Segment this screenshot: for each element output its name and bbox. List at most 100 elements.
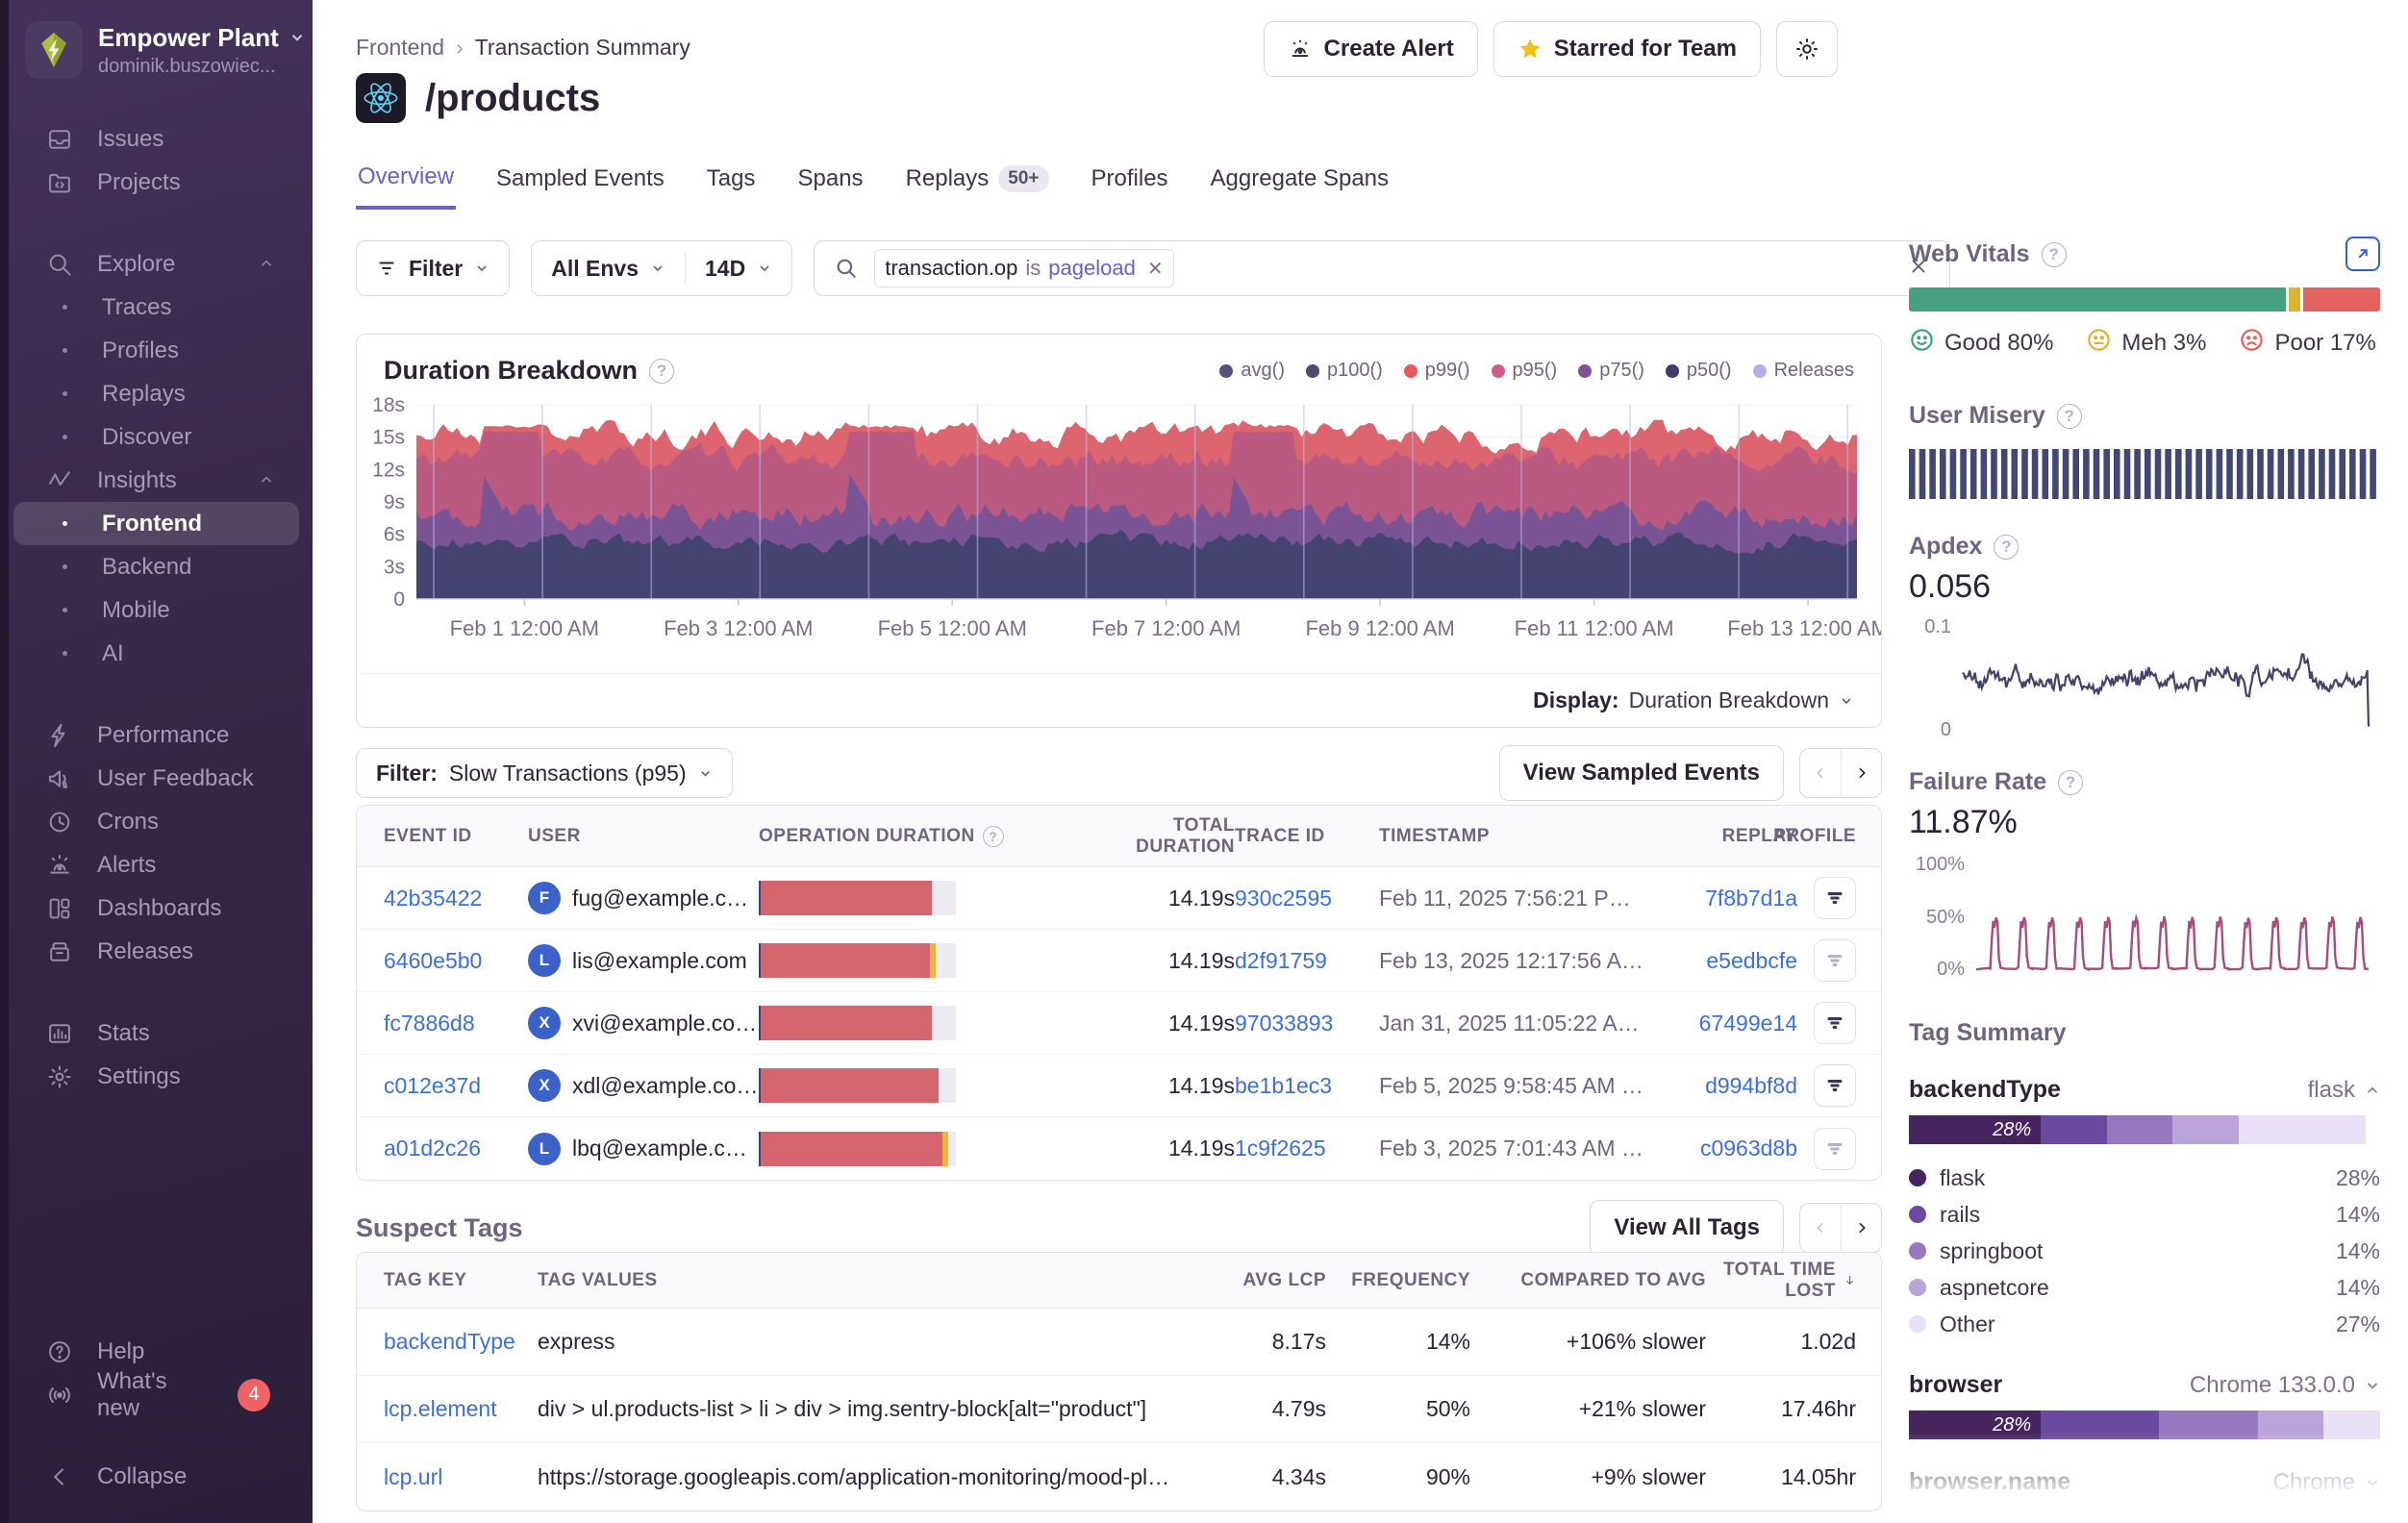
sidebar-item-profiles[interactable]: Profiles	[13, 329, 299, 372]
help-tooltip-icon[interactable]: ?	[2057, 404, 2082, 429]
sidebar-item-stats[interactable]: Stats	[13, 1011, 299, 1055]
event-id-link[interactable]: c012e37d	[384, 1073, 528, 1099]
tab-aggregate-spans[interactable]: Aggregate Spans	[1209, 154, 1391, 210]
profile-button[interactable]	[1814, 1128, 1856, 1170]
help-tooltip-icon[interactable]: ?	[983, 826, 1004, 847]
sidebar-item-backend[interactable]: Backend	[13, 545, 299, 588]
sidebar-item-releases[interactable]: Releases	[13, 930, 299, 973]
replay-link[interactable]: 7f8b7d1a	[1668, 886, 1797, 911]
pagination-next-button[interactable]	[1841, 1204, 1881, 1252]
create-alert-button[interactable]: Create Alert	[1264, 21, 1478, 77]
environment-dropdown[interactable]: All Envs	[532, 241, 685, 295]
legend-item-p100[interactable]: p100()	[1306, 360, 1383, 382]
event-id-link[interactable]: 6460e5b0	[384, 948, 528, 974]
sidebar-item-performance[interactable]: Performance	[13, 713, 299, 757]
sidebar-item-user-feedback[interactable]: User Feedback	[13, 757, 299, 800]
avatar: X	[528, 1007, 561, 1039]
legend-item-p99[interactable]: p99()	[1404, 360, 1470, 382]
pagination-prev-button[interactable]	[1800, 1204, 1841, 1252]
tab-tags[interactable]: Tags	[705, 154, 758, 210]
search-token[interactable]: transaction.op is pageload ✕	[874, 249, 1173, 287]
profile-button[interactable]	[1814, 939, 1856, 982]
tab-replays[interactable]: Replays50+	[904, 154, 1051, 210]
tab-overview[interactable]: Overview	[356, 154, 456, 210]
profile-button[interactable]	[1814, 877, 1856, 919]
help-tooltip-icon[interactable]: ?	[1994, 535, 2019, 560]
sidebar-item-discover[interactable]: Discover	[13, 415, 299, 459]
tag-group-selector[interactable]: Chrome 133.0.0	[2190, 1372, 2380, 1399]
pagination-next-button[interactable]	[1841, 749, 1881, 797]
tag-legend-row[interactable]: Other27%	[1909, 1306, 2380, 1342]
sidebar-item-ai[interactable]: AI	[13, 632, 299, 675]
view-all-tags-button[interactable]: View All Tags	[1590, 1200, 1784, 1256]
tag-legend-row[interactable]: flask28%	[1909, 1160, 2380, 1196]
token-remove-icon[interactable]: ✕	[1143, 257, 1164, 281]
sidebar-item-frontend[interactable]: Frontend	[13, 502, 299, 545]
display-dropdown[interactable]: Duration Breakdown	[1629, 687, 1854, 713]
duration-breakdown-chart[interactable]: 03s6s9s12s15s18sFeb 1 12:00 AMFeb 3 12:0…	[357, 389, 1881, 678]
trace-id-link[interactable]: 97033893	[1235, 1011, 1379, 1036]
tab-profiles[interactable]: Profiles	[1090, 154, 1170, 210]
profile-button[interactable]	[1814, 1064, 1856, 1107]
sidebar-item-crons[interactable]: Crons	[13, 800, 299, 843]
sidebar-item-issues[interactable]: Issues	[13, 117, 299, 161]
sidebar-item-explore[interactable]: Explore	[13, 242, 299, 286]
sidebar-item-mobile[interactable]: Mobile	[13, 588, 299, 632]
legend-item-avg[interactable]: avg()	[1219, 360, 1285, 382]
sidebar-item-insights[interactable]: Insights	[13, 459, 299, 502]
tag-key-link[interactable]: backendType	[384, 1329, 538, 1355]
settings-button[interactable]	[1776, 21, 1838, 77]
sidebar-item-help[interactable]: Help	[13, 1330, 299, 1373]
view-sampled-events-button[interactable]: View Sampled Events	[1499, 745, 1784, 801]
legend-item-Releases[interactable]: Releases	[1753, 360, 1854, 382]
sidebar-item-alerts[interactable]: Alerts	[13, 843, 299, 886]
legend-item-p95[interactable]: p95()	[1492, 360, 1558, 382]
date-range-dropdown[interactable]: 14D	[686, 241, 791, 295]
help-tooltip-icon[interactable]: ?	[649, 359, 674, 384]
trace-id-link[interactable]: 1c9f2625	[1235, 1136, 1379, 1161]
open-web-vitals-icon[interactable]	[2345, 237, 2380, 271]
starred-for-team-button[interactable]: Starred for Team	[1493, 21, 1761, 77]
replay-link[interactable]: e5edbcfe	[1668, 948, 1797, 974]
breadcrumb-frontend[interactable]: Frontend	[356, 35, 444, 61]
sidebar-item-dashboards[interactable]: Dashboards	[13, 886, 299, 930]
tab-sampled-events[interactable]: Sampled Events	[494, 154, 666, 210]
sidebar-item-collapse[interactable]: Collapse	[13, 1455, 299, 1498]
legend-dot	[1219, 364, 1233, 378]
event-id-link[interactable]: fc7886d8	[384, 1011, 528, 1036]
tag-legend-row[interactable]: aspnetcore14%	[1909, 1269, 2380, 1306]
sidebar-item-settings[interactable]: Settings	[13, 1055, 299, 1098]
replay-link[interactable]: c0963d8b	[1668, 1136, 1797, 1161]
sidebar-item-traces[interactable]: Traces	[13, 286, 299, 329]
tag-legend-row[interactable]: rails14%	[1909, 1196, 2380, 1233]
sidebar-item-projects[interactable]: Projects	[13, 161, 299, 204]
legend-item-p75[interactable]: p75()	[1578, 360, 1644, 382]
replay-link[interactable]: 67499e14	[1668, 1011, 1797, 1036]
search-input[interactable]: transaction.op is pageload ✕	[814, 240, 1950, 296]
trace-id-link[interactable]: 930c2595	[1235, 886, 1379, 911]
transactions-filter-dropdown[interactable]: Filter: Slow Transactions (p95)	[356, 748, 733, 798]
help-tooltip-icon[interactable]: ?	[2058, 770, 2083, 795]
sidebar-item-replays[interactable]: Replays	[13, 372, 299, 415]
tab-spans[interactable]: Spans	[796, 154, 865, 210]
event-id-link[interactable]: 42b35422	[384, 886, 528, 911]
org-switcher[interactable]: Empower Plant dominik.buszowiec...	[0, 0, 313, 88]
pagination-prev-button[interactable]	[1800, 749, 1841, 797]
sidebar-item-what-s-new[interactable]: What's new4	[13, 1373, 299, 1416]
tag-key-link[interactable]: lcp.element	[384, 1396, 538, 1422]
trace-id-link[interactable]: d2f91759	[1235, 948, 1379, 974]
tag-legend-row[interactable]: springboot14%	[1909, 1233, 2380, 1269]
user-cell: Ffug@example.c…	[528, 882, 759, 914]
trace-id-link[interactable]: be1b1ec3	[1235, 1073, 1379, 1099]
filter-dropdown[interactable]: Filter	[356, 240, 510, 296]
help-tooltip-icon[interactable]: ?	[2042, 242, 2067, 267]
tag-group-selector[interactable]: flask	[2308, 1077, 2380, 1104]
tag-key-link[interactable]: lcp.url	[384, 1464, 538, 1490]
compared-to-avg: +9% slower	[1470, 1464, 1706, 1490]
replay-link[interactable]: d994bf8d	[1668, 1073, 1797, 1099]
legend-item-p50[interactable]: p50()	[1666, 360, 1732, 382]
event-id-link[interactable]: a01d2c26	[384, 1136, 528, 1161]
sort-desc-icon	[1844, 1272, 1856, 1288]
profile-button[interactable]	[1814, 1002, 1856, 1044]
tag-group-selector[interactable]: Chrome	[2273, 1469, 2380, 1496]
